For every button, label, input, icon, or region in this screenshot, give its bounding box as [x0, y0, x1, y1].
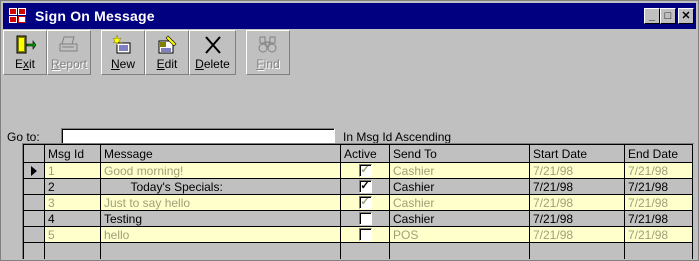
- new-button[interactable]: New: [101, 30, 145, 75]
- sort-order-text: In Msg Id Ascending: [343, 130, 452, 144]
- row-selector[interactable]: [23, 210, 45, 227]
- minimize-button[interactable]: _: [644, 8, 660, 24]
- col-header-active[interactable]: Active: [340, 144, 390, 163]
- cell-start-date[interactable]: 7/21/98: [529, 226, 625, 243]
- message-table: Msg Id Message Active Send To Start Date…: [23, 144, 693, 259]
- window-title: Sign On Message: [35, 8, 155, 24]
- row-selector[interactable]: [23, 162, 45, 179]
- exit-button[interactable]: Exit: [3, 30, 47, 75]
- active-checkbox[interactable]: [358, 212, 372, 225]
- cell-send-to[interactable]: Cashier: [389, 162, 530, 179]
- cell-active: [340, 210, 390, 227]
- cell-message[interactable]: Just to say hello: [100, 194, 341, 211]
- cell-send-to[interactable]: Cashier: [389, 210, 530, 227]
- empty-row: [23, 242, 693, 259]
- cell-end-date[interactable]: 7/21/98: [624, 194, 693, 211]
- cell-active: ✓: [340, 194, 390, 211]
- active-checkbox[interactable]: ✓: [358, 196, 372, 209]
- toolbar: Exit Report New Edit Delete Find: [3, 30, 290, 75]
- cell-end-date[interactable]: 7/21/98: [624, 162, 693, 179]
- active-checkbox[interactable]: [358, 228, 372, 241]
- cell-msg-id[interactable]: 2: [44, 178, 101, 195]
- table-row[interactable]: 5 hello POS 7/21/98 7/21/98: [23, 226, 693, 243]
- cell-msg-id[interactable]: 4: [44, 210, 101, 227]
- delete-button[interactable]: Delete: [189, 30, 236, 75]
- minimize-icon: _: [648, 9, 656, 22]
- sign-on-message-window: Sign On Message _ □ ✕ Exit Report New Ed…: [0, 0, 699, 261]
- cell-start-date[interactable]: 7/21/98: [529, 210, 625, 227]
- app-grid-icon: [9, 5, 31, 27]
- maximize-button[interactable]: □: [660, 8, 676, 24]
- current-row-arrow-icon: [31, 165, 37, 176]
- cell-start-date[interactable]: 7/21/98: [529, 178, 625, 195]
- cell-msg-id[interactable]: 5: [44, 226, 101, 243]
- cell-msg-id[interactable]: 1: [44, 162, 101, 179]
- table-row[interactable]: 1 Good morning! ✓ Cashier 7/21/98 7/21/98: [23, 162, 693, 179]
- col-header-message[interactable]: Message: [100, 144, 341, 163]
- cell-active: ✓: [340, 162, 390, 179]
- window-controls: _ □ ✕: [644, 8, 694, 24]
- col-header-send-to[interactable]: Send To: [389, 144, 530, 163]
- delete-label: Delete: [195, 57, 230, 71]
- table-row[interactable]: 2 Today's Specials: ✓ Cashier 7/21/98 7/21/9…: [23, 178, 693, 195]
- cell-active: ✓: [340, 178, 390, 195]
- cell-message[interactable]: hello: [100, 226, 341, 243]
- close-icon: ✕: [681, 9, 691, 22]
- cell-end-date[interactable]: 7/21/98: [624, 178, 693, 195]
- cell-end-date[interactable]: 7/21/98: [624, 226, 693, 243]
- cell-send-to[interactable]: Cashier: [389, 178, 530, 195]
- maximize-icon: □: [664, 9, 672, 22]
- col-header-end-date[interactable]: End Date: [624, 144, 693, 163]
- table-row[interactable]: 3 Just to say hello ✓ Cashier 7/21/98 7/21/98: [23, 194, 693, 211]
- exit-label: Exit: [14, 57, 35, 71]
- edit-record-icon: [153, 33, 181, 57]
- cell-start-date[interactable]: 7/21/98: [529, 162, 625, 179]
- cell-msg-id[interactable]: 3: [44, 194, 101, 211]
- close-button[interactable]: ✕: [678, 8, 694, 24]
- exit-door-icon: [11, 33, 39, 57]
- grid-body: 1 Good morning! ✓ Cashier 7/21/98 7/21/98 2 To…: [23, 162, 693, 259]
- col-header-start-date[interactable]: Start Date: [529, 144, 625, 163]
- find-button[interactable]: Find: [246, 30, 290, 75]
- header-row: Msg Id Message Active Send To Start Date…: [23, 144, 693, 163]
- cell-send-to[interactable]: POS: [389, 226, 530, 243]
- new-record-icon: [109, 33, 137, 57]
- cell-end-date[interactable]: 7/21/98: [624, 210, 693, 227]
- delete-x-icon: [199, 33, 227, 57]
- row-selector[interactable]: [23, 178, 45, 195]
- goto-label: Go to:: [7, 130, 40, 144]
- table-row[interactable]: 4 Testing Cashier 7/21/98 7/21/98: [23, 210, 693, 227]
- printer-icon: [55, 33, 83, 57]
- row-selector[interactable]: [23, 226, 45, 243]
- edit-button[interactable]: Edit: [145, 30, 189, 75]
- new-label: New: [110, 57, 135, 71]
- active-checkbox[interactable]: ✓: [358, 164, 372, 177]
- find-label: Find: [256, 57, 280, 71]
- active-checkbox[interactable]: ✓: [358, 180, 372, 193]
- report-button[interactable]: Report: [47, 30, 91, 75]
- binoculars-icon: [254, 33, 282, 57]
- row-selector[interactable]: [23, 194, 45, 211]
- title-bar[interactable]: Sign On Message _ □ ✕: [3, 3, 696, 29]
- edit-label: Edit: [156, 57, 178, 71]
- col-header-msg-id[interactable]: Msg Id: [44, 144, 101, 163]
- cell-active: [340, 226, 390, 243]
- cell-message[interactable]: Testing: [100, 210, 341, 227]
- cell-message[interactable]: Today's Specials:: [100, 178, 341, 195]
- cell-start-date[interactable]: 7/21/98: [529, 194, 625, 211]
- report-label: Report: [50, 57, 88, 71]
- cell-send-to[interactable]: Cashier: [389, 194, 530, 211]
- cell-message[interactable]: Good morning!: [100, 162, 341, 179]
- row-selector-header: [23, 144, 45, 163]
- message-grid[interactable]: Msg Id Message Active Send To Start Date…: [22, 143, 694, 259]
